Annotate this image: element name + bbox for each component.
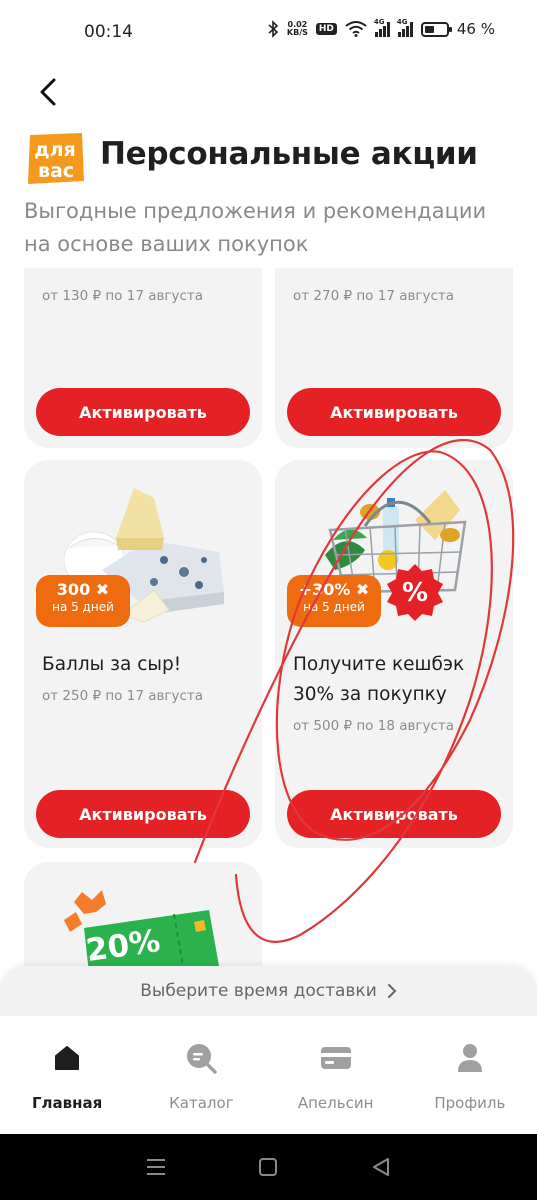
percent-seal-icon: % (387, 564, 443, 621)
catalog-search-icon (185, 1042, 218, 1074)
back-button[interactable] (30, 74, 66, 110)
recent-apps-icon[interactable] (144, 1155, 168, 1179)
network-speed-unit: KB/S (286, 28, 308, 37)
nav-apelsin-label: Апельсин (297, 1094, 374, 1112)
offers-grid: от 130 ₽ по 17 августа Активировать от 2… (0, 268, 537, 968)
offer-card[interactable]: 20% (24, 862, 262, 968)
offer-card[interactable]: +30% ✖ на 5 дней % Получите кешбэк 30% з… (275, 460, 513, 848)
status-icons: 0.02 KB/S HD 4G 4G 46 % (267, 18, 495, 38)
chevron-right-icon (387, 984, 397, 998)
nav-catalog[interactable]: Каталог (134, 1016, 268, 1134)
bottom-navigation: Главная Каталог Апельсин Профиль (0, 1016, 537, 1134)
signal-icon: 4G (373, 18, 390, 37)
offer-title: Баллы за сыр! (42, 654, 182, 675)
hd-icon: HD (315, 23, 337, 35)
cashback-badge-sub: на 5 дней (303, 600, 365, 614)
activate-button[interactable]: Активировать (36, 388, 250, 436)
wifi-icon (345, 21, 367, 37)
battery-percent: 46 % (456, 20, 495, 38)
bonus-badge-value: 300 ✖ (56, 580, 110, 599)
home-button-icon[interactable] (256, 1155, 280, 1179)
offer-card[interactable]: от 270 ₽ по 17 августа Активировать (275, 268, 513, 448)
page-subtitle: Выгодные предложения и рекомендации на о… (24, 199, 487, 256)
delivery-time-label: Выберите время доставки (140, 981, 377, 1001)
signal-4g-label: 4G (396, 18, 408, 26)
offer-validity: от 270 ₽ по 17 августа (293, 288, 455, 304)
cashback-badge: +30% ✖ на 5 дней (287, 575, 381, 627)
bluetooth-icon (268, 20, 279, 38)
battery-icon (420, 21, 452, 37)
network-speed: 0.02 KB/S (287, 21, 308, 37)
nav-profile[interactable]: Профиль (403, 1016, 537, 1134)
status-time: 00:14 (84, 22, 133, 42)
nav-home-label: Главная (31, 1094, 103, 1112)
offer-card[interactable]: 300 ✖ на 5 дней Баллы за сыр! от 250 ₽ п… (24, 460, 262, 848)
signal-4g-label: 4G (373, 18, 385, 26)
card-icon (320, 1042, 352, 1074)
activate-button[interactable]: Активировать (287, 790, 501, 838)
page-title: Персональные акции (100, 136, 478, 172)
nav-apelsin[interactable]: Апельсин (269, 1016, 403, 1134)
offer-card[interactable]: от 130 ₽ по 17 августа Активировать (24, 268, 262, 448)
offer-validity: от 500 ₽ по 18 августа (293, 718, 455, 734)
system-navigation-bar (0, 1134, 537, 1200)
back-arrow-icon (40, 78, 56, 106)
offer-validity: от 250 ₽ по 17 августа (42, 688, 204, 704)
activate-button[interactable]: Активировать (287, 388, 501, 436)
nav-catalog-label: Каталог (169, 1094, 234, 1112)
offer-validity: от 130 ₽ по 17 августа (42, 288, 204, 304)
bonus-badge: 300 ✖ на 5 дней (36, 575, 130, 627)
offer-title: Получите кешбэк 30% за покупку (293, 654, 465, 705)
nav-home[interactable]: Главная (0, 1016, 134, 1134)
status-bar: 00:14 0.02 KB/S HD 4G 4G 46 % (0, 0, 537, 68)
profile-icon (454, 1042, 486, 1074)
home-icon (51, 1042, 83, 1074)
signal-icon: 4G (396, 18, 413, 37)
delivery-time-bar[interactable]: Выберите время доставки (0, 966, 537, 1016)
activate-button[interactable]: Активировать (36, 790, 250, 838)
nav-profile-label: Профиль (434, 1094, 506, 1112)
for-you-logo: для вас (28, 133, 84, 184)
bonus-badge-sub: на 5 дней (52, 600, 114, 614)
logo-line2: вас (38, 160, 74, 182)
cashback-badge-value: +30% ✖ (298, 580, 370, 599)
back-triangle-icon[interactable] (369, 1155, 393, 1179)
percent-sign: % (402, 578, 428, 608)
logo-line1: для (34, 139, 75, 161)
